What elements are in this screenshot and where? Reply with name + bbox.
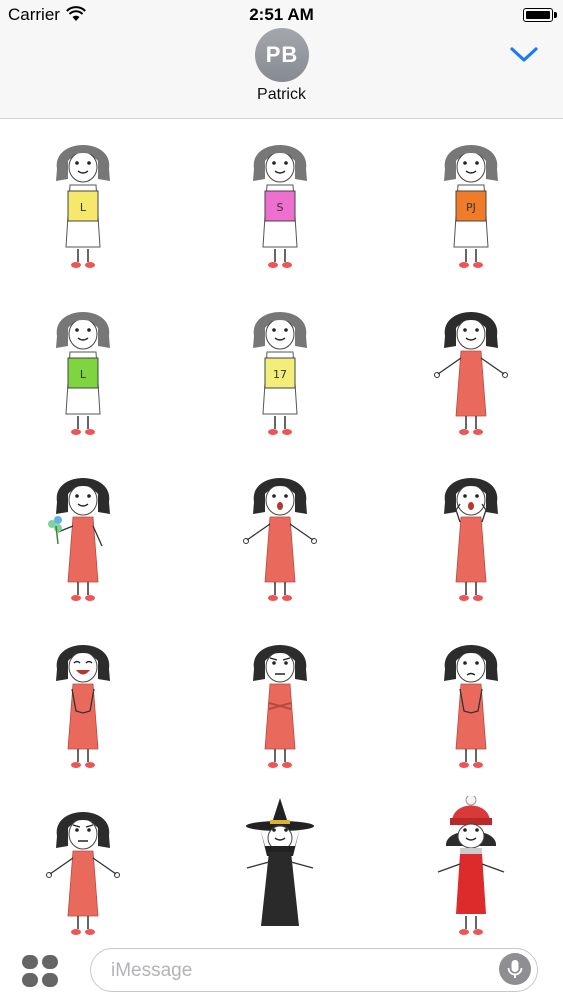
sticker-4[interactable]: L [28, 296, 138, 446]
sticker-illustration [246, 798, 314, 926]
sticker-illustration [46, 812, 120, 935]
compose-bar: iMessage [0, 940, 563, 1000]
sticker-14[interactable] [225, 796, 335, 946]
sticker-illustration: L [56, 312, 110, 435]
sticker-illustration [437, 794, 505, 935]
status-bar: Carrier 2:51 AM [0, 0, 563, 30]
sticker-illustration [444, 478, 498, 601]
sticker-grid: L S PJ L 17 [0, 119, 563, 941]
sticker-10[interactable] [28, 629, 138, 779]
sticker-illustration [243, 478, 317, 601]
contact-name[interactable]: Patrick [0, 86, 563, 104]
sticker-illustration: S [253, 145, 307, 268]
sticker-illustration: PJ [444, 145, 498, 268]
svg-text:L: L [80, 368, 87, 381]
sticker-11[interactable] [225, 629, 335, 779]
imessage-input[interactable]: iMessage [90, 948, 538, 992]
sticker-5[interactable]: 17 [225, 296, 335, 446]
sticker-illustration [434, 312, 508, 435]
imessage-placeholder: iMessage [111, 960, 193, 981]
sticker-illustration: 17 [253, 312, 307, 435]
sticker-6[interactable] [416, 296, 526, 446]
sticker-3[interactable]: PJ [416, 129, 526, 279]
sticker-12[interactable] [416, 629, 526, 779]
app-drawer-icon[interactable] [20, 953, 60, 989]
sticker-8[interactable] [225, 462, 335, 612]
sticker-illustration [444, 645, 498, 768]
sticker-illustration: L [56, 145, 110, 268]
sticker-illustration [253, 645, 307, 768]
svg-text:PJ: PJ [466, 201, 476, 214]
sticker-7[interactable] [28, 462, 138, 612]
sticker-9[interactable] [416, 462, 526, 612]
svg-text:S: S [277, 201, 284, 214]
microphone-icon[interactable] [499, 953, 531, 985]
contact-avatar[interactable]: PB [255, 28, 309, 82]
svg-text:17: 17 [273, 368, 287, 381]
sticker-15[interactable] [416, 794, 526, 946]
sticker-2[interactable]: S [225, 129, 335, 279]
svg-text:L: L [80, 201, 87, 214]
chevron-down-icon[interactable] [509, 44, 539, 64]
sticker-illustration [48, 478, 110, 601]
status-time: 2:51 AM [249, 5, 314, 24]
sticker-13[interactable] [28, 796, 138, 946]
sticker-1[interactable]: L [28, 129, 138, 279]
battery-icon [523, 8, 557, 22]
sticker-illustration [56, 645, 110, 768]
